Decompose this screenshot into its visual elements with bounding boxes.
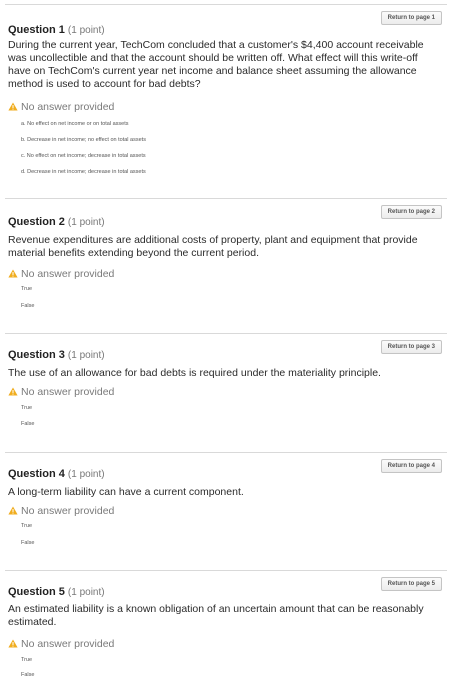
question-points: (1 point) <box>67 25 105 36</box>
question-3: Return to page 3 Question 3 (1 point) Th… <box>0 333 452 452</box>
answer-option: c. No effect on net income; decrease in … <box>21 153 146 159</box>
question-divider <box>5 333 447 334</box>
answer-option: True <box>21 286 33 292</box>
question-divider <box>5 452 447 453</box>
warning-triangle-icon <box>8 506 18 515</box>
question-text: A long-term liability can have a current… <box>8 486 244 498</box>
question-header: Question 1 (1 point) <box>8 23 105 38</box>
question-points: (1 point) <box>67 217 105 228</box>
question-divider <box>5 570 447 571</box>
question-text: The use of an allowance for bad debts is… <box>8 367 381 379</box>
question-header: Question 5 (1 point) <box>8 585 105 600</box>
warning-triangle-icon <box>8 102 18 111</box>
question-title: Question 4 <box>8 468 65 480</box>
answer-option: False <box>21 303 35 309</box>
question-title: Question 5 <box>8 586 65 598</box>
status-text: No answer provided <box>21 386 115 398</box>
warning-triangle-icon <box>8 269 18 278</box>
question-title: Question 2 <box>8 216 65 228</box>
question-2: Return to page 2 Question 2 (1 point) Re… <box>0 198 452 333</box>
answer-option: True <box>21 657 33 663</box>
status-text: No answer provided <box>21 638 115 650</box>
question-text: Revenue expenditures are additional cost… <box>8 234 418 259</box>
status-text: No answer provided <box>21 101 115 113</box>
question-1: Return to page 1 Question 1 (1 point) Du… <box>0 4 452 198</box>
question-title: Question 1 <box>8 24 65 36</box>
answer-option: False <box>21 540 35 546</box>
return-to-page-2-button[interactable]: Return to page 2 <box>380 205 442 219</box>
warning-triangle-icon <box>8 639 18 648</box>
question-text: During the current year, TechCom conclud… <box>8 39 424 90</box>
question-4: Return to page 4 Question 4 (1 point) A … <box>0 452 452 570</box>
question-header: Question 3 (1 point) <box>8 348 105 363</box>
question-points: (1 point) <box>67 469 105 480</box>
answer-option: False <box>21 672 35 678</box>
answer-option: True <box>21 523 33 529</box>
answer-option: a. No effect on net income or on total a… <box>21 121 129 127</box>
answer-option: d. Decrease in net income; decrease in t… <box>21 169 146 175</box>
answer-option: False <box>21 421 35 427</box>
question-points: (1 point) <box>67 587 105 598</box>
return-to-page-1-button[interactable]: Return to page 1 <box>380 11 442 25</box>
status-text: No answer provided <box>21 268 115 280</box>
question-points: (1 point) <box>67 350 105 361</box>
question-divider <box>5 198 447 199</box>
question-title: Question 3 <box>8 349 65 361</box>
question-text: An estimated liability is a known obliga… <box>8 603 424 628</box>
warning-triangle-icon <box>8 387 18 396</box>
answer-option: True <box>21 405 33 411</box>
return-to-page-3-button[interactable]: Return to page 3 <box>380 340 442 354</box>
answer-option: b. Decrease in net income; no effect on … <box>21 137 146 143</box>
question-divider <box>5 4 447 5</box>
status-text: No answer provided <box>21 505 115 517</box>
question-header: Question 4 (1 point) <box>8 467 105 482</box>
return-to-page-5-button[interactable]: Return to page 5 <box>380 577 442 591</box>
return-to-page-4-button[interactable]: Return to page 4 <box>380 459 442 473</box>
question-5: Return to page 5 Question 5 (1 point) An… <box>0 570 452 700</box>
question-header: Question 2 (1 point) <box>8 215 105 230</box>
